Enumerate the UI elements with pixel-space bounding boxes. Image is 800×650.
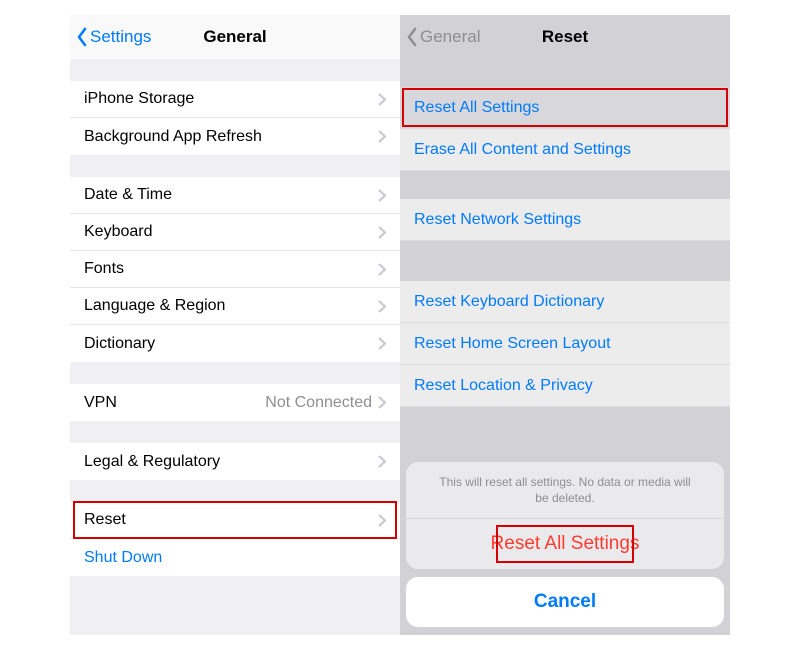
row-reset-network-settings[interactable]: Reset Network Settings xyxy=(400,199,730,241)
row-label: iPhone Storage xyxy=(84,90,378,108)
row-erase-all-content[interactable]: Erase All Content and Settings xyxy=(400,129,730,171)
nav-title-general: General xyxy=(70,27,400,47)
nav-bar-reset: General Reset xyxy=(400,15,730,59)
nav-bar-general: Settings General xyxy=(70,15,400,59)
row-label: Reset Location & Privacy xyxy=(414,377,716,395)
chevron-right-icon xyxy=(378,455,386,468)
row-label: Fonts xyxy=(84,260,378,278)
row-label: Reset Keyboard Dictionary xyxy=(414,293,716,311)
group-reset-network: Reset Network Settings xyxy=(400,199,730,241)
chevron-right-icon xyxy=(378,300,386,313)
action-sheet-message: This will reset all settings. No data or… xyxy=(406,462,724,519)
row-reset-location-privacy[interactable]: Reset Location & Privacy xyxy=(400,365,730,407)
row-label: Dictionary xyxy=(84,335,378,353)
row-label: Language & Region xyxy=(84,297,378,315)
row-vpn[interactable]: VPN Not Connected xyxy=(70,384,400,421)
button-label: Reset All Settings xyxy=(491,533,640,554)
row-date-time[interactable]: Date & Time xyxy=(70,177,400,214)
chevron-right-icon xyxy=(378,514,386,527)
row-label: Reset All Settings xyxy=(414,99,716,117)
group-locale: Date & Time Keyboard Fonts Language & Re… xyxy=(70,177,400,362)
action-sheet-destructive-button[interactable]: Reset All Settings xyxy=(406,519,724,569)
row-fonts[interactable]: Fonts xyxy=(70,251,400,288)
row-reset-keyboard-dictionary[interactable]: Reset Keyboard Dictionary xyxy=(400,281,730,323)
chevron-right-icon xyxy=(378,396,386,409)
row-label: Keyboard xyxy=(84,223,378,241)
group-legal: Legal & Regulatory xyxy=(70,443,400,480)
chevron-right-icon xyxy=(378,226,386,239)
chevron-right-icon xyxy=(378,189,386,202)
row-label: Reset xyxy=(84,511,378,529)
action-sheet-cancel-button[interactable]: Cancel xyxy=(406,577,724,627)
chevron-right-icon xyxy=(378,93,386,106)
action-sheet-card: This will reset all settings. No data or… xyxy=(406,462,724,569)
row-reset-all-settings[interactable]: Reset All Settings xyxy=(400,87,730,129)
row-reset-home-screen-layout[interactable]: Reset Home Screen Layout xyxy=(400,323,730,365)
row-legal-regulatory[interactable]: Legal & Regulatory xyxy=(70,443,400,480)
group-vpn: VPN Not Connected xyxy=(70,384,400,421)
chevron-right-icon xyxy=(378,130,386,143)
group-reset-main: Reset All Settings Erase All Content and… xyxy=(400,87,730,171)
row-shut-down[interactable]: Shut Down xyxy=(70,539,400,576)
row-background-app-refresh[interactable]: Background App Refresh xyxy=(70,118,400,155)
action-sheet: This will reset all settings. No data or… xyxy=(406,462,724,627)
chevron-right-icon xyxy=(378,263,386,276)
row-detail: Not Connected xyxy=(265,394,372,412)
chevron-right-icon xyxy=(378,337,386,350)
row-dictionary[interactable]: Dictionary xyxy=(70,325,400,362)
row-label: Date & Time xyxy=(84,186,378,204)
row-reset[interactable]: Reset xyxy=(70,502,400,539)
pane-reset: General Reset Reset All Settings Erase A… xyxy=(400,15,730,635)
row-label: Erase All Content and Settings xyxy=(414,141,716,159)
group-storage: iPhone Storage Background App Refresh xyxy=(70,81,400,155)
row-label: VPN xyxy=(84,394,265,412)
row-label: Legal & Regulatory xyxy=(84,453,378,471)
row-language-region[interactable]: Language & Region xyxy=(70,288,400,325)
row-label: Shut Down xyxy=(84,549,386,567)
pane-general: Settings General iPhone Storage Backgrou… xyxy=(70,15,400,635)
row-label: Reset Network Settings xyxy=(414,211,716,229)
group-reset-other: Reset Keyboard Dictionary Reset Home Scr… xyxy=(400,281,730,407)
nav-title-reset: Reset xyxy=(400,27,730,47)
row-label: Reset Home Screen Layout xyxy=(414,335,716,353)
row-label: Background App Refresh xyxy=(84,128,378,146)
button-label: Cancel xyxy=(534,591,596,612)
row-iphone-storage[interactable]: iPhone Storage xyxy=(70,81,400,118)
row-keyboard[interactable]: Keyboard xyxy=(70,214,400,251)
group-reset: Reset Shut Down xyxy=(70,502,400,576)
